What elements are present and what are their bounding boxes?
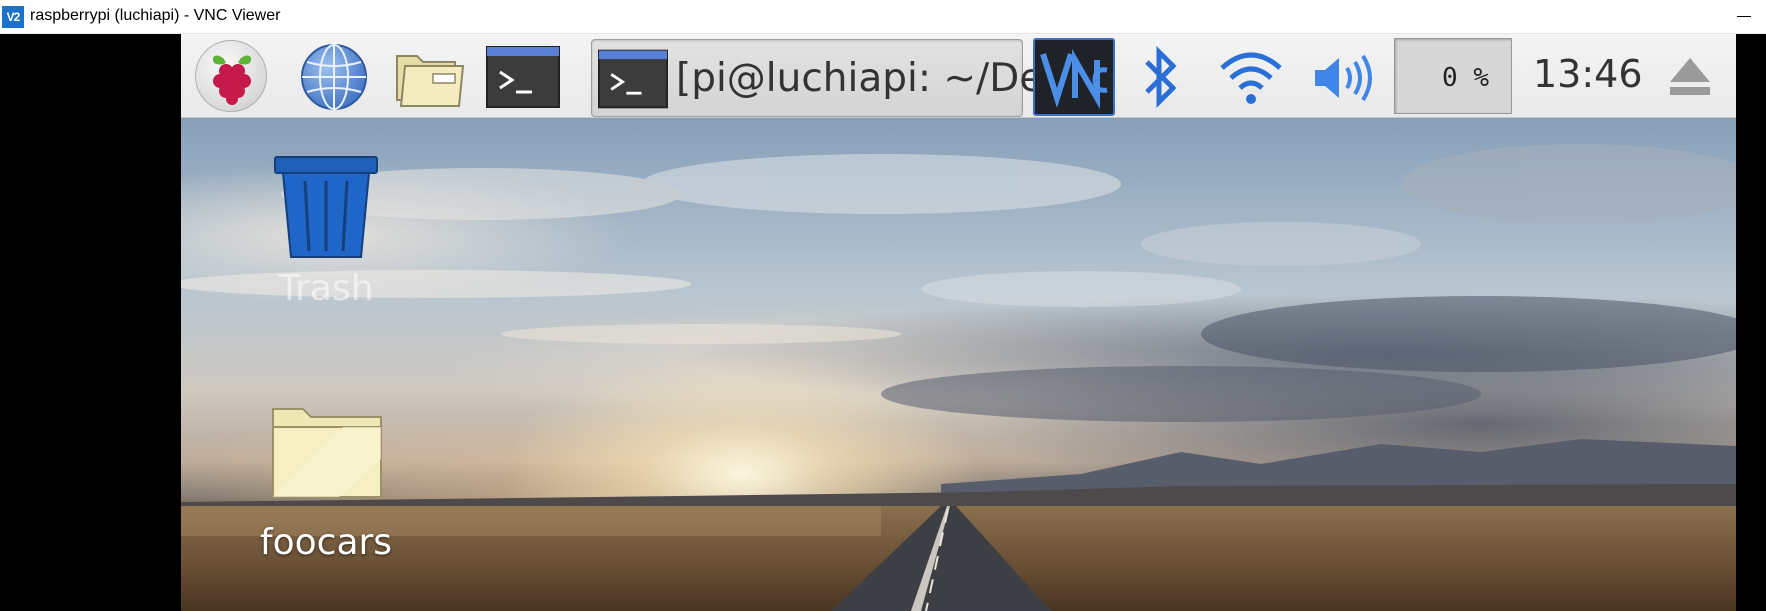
remote-desktop[interactable]: [pi@luchiapi: ~/De... 0 % 13:46 Trash fo… [181,34,1736,611]
bluetooth-icon[interactable] [1139,44,1183,110]
vnc-titlebar[interactable]: V2 raspberrypi (luchiapi) - VNC Viewer [0,0,1766,34]
foocars-label: foocars [259,522,393,563]
file-manager-launcher[interactable] [393,42,467,110]
taskbar-window-label: [pi@luchiapi: ~/De... [676,56,1081,101]
taskbar-window-button[interactable]: [pi@luchiapi: ~/De... [591,39,1080,117]
volume-icon[interactable] [1311,52,1377,104]
window-title: raspberrypi (luchiapi) - VNC Viewer [30,7,281,24]
folder-icon [396,55,465,107]
applications-menu-button[interactable] [195,40,267,112]
terminal-launcher[interactable] [486,46,560,108]
vnc-icon [1040,48,1108,110]
vnc-viewer-app-icon: V2 [2,6,24,28]
foocars-desktop-icon[interactable] [269,399,385,501]
eject-icon[interactable] [1668,54,1712,98]
web-browser-launcher[interactable] [299,42,369,112]
cpu-usage-value: 0 % [1442,63,1489,93]
globe-icon [301,44,367,110]
trash-label: Trash [278,268,374,309]
terminal-icon [486,46,560,108]
vnc-server-tray-button[interactable] [1033,38,1115,116]
raspberry-pi-icon [212,55,252,105]
trash-desktop-icon[interactable] [273,155,379,259]
taskbar: [pi@luchiapi: ~/De... 0 % 13:46 [181,34,1736,118]
wifi-icon[interactable] [1218,46,1284,108]
cpu-usage-monitor[interactable]: 0 % [1394,38,1512,114]
terminal-icon [598,49,668,109]
minimize-button[interactable] [1734,4,1754,28]
clock[interactable]: 13:46 [1533,52,1643,96]
trash-icon [274,156,378,258]
folder-icon [272,408,382,498]
